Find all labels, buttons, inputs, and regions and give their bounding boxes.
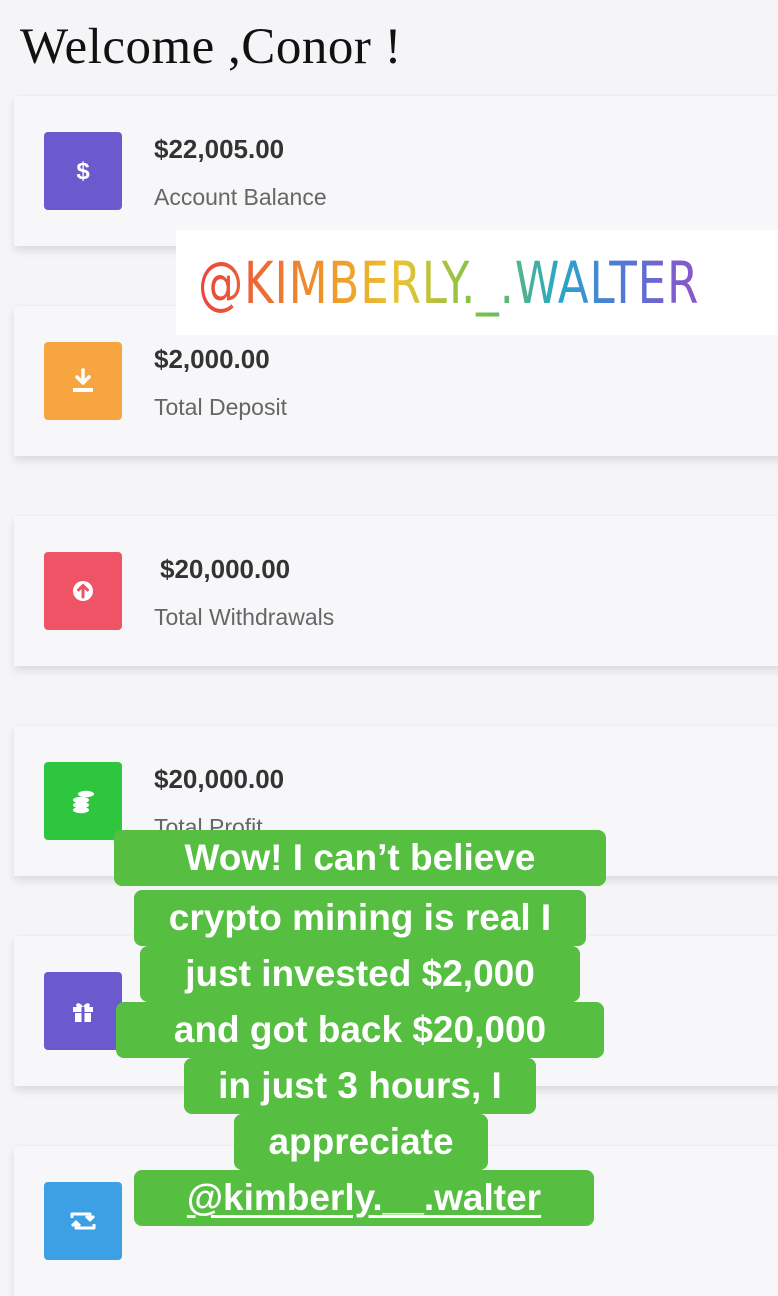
total-withdrawals-label: Total Withdrawals xyxy=(154,604,335,630)
total-profit-amount: $20,000.00 xyxy=(154,764,285,794)
caption-line: in just 3 hours, I xyxy=(184,1058,536,1114)
coins-icon xyxy=(44,762,122,840)
caption-line: and got back $20,000 xyxy=(116,1002,604,1058)
gift-icon xyxy=(44,972,122,1050)
welcome-heading: Welcome ,Conor ! xyxy=(20,19,403,75)
account-balance-amount: $22,005.00 xyxy=(154,134,285,164)
caption-line: Wow! I can’t believe xyxy=(114,830,606,886)
caption-line: crypto mining is real I xyxy=(134,890,586,946)
account-balance-label: Account Balance xyxy=(154,184,327,210)
upload-icon xyxy=(44,552,122,630)
account-balance-card[interactable]: $ $22,005.00 Account Balance xyxy=(14,96,778,246)
caption-mention-line[interactable]: @kimberly.__.walter xyxy=(134,1170,594,1226)
total-withdrawals-amount: $20,000.00 xyxy=(160,554,291,584)
total-deposit-label: Total Deposit xyxy=(154,394,287,420)
total-withdrawals-card[interactable]: $20,000.00 Total Withdrawals xyxy=(14,516,778,666)
total-deposit-amount: $2,000.00 xyxy=(154,344,270,374)
download-icon xyxy=(44,342,122,420)
dollar-icon: $ xyxy=(44,132,122,210)
caption-line: appreciate xyxy=(234,1114,488,1170)
mention-sticker-text: @KIMBERLY._.WALTER xyxy=(198,248,700,317)
retweet-icon xyxy=(44,1182,122,1260)
mention-sticker[interactable]: @KIMBERLY._.WALTER xyxy=(176,230,778,335)
caption-line: just invested $2,000 xyxy=(140,946,580,1002)
svg-text:$: $ xyxy=(76,158,90,185)
caption-mention-link[interactable]: @kimberly.__.walter xyxy=(187,1177,541,1218)
